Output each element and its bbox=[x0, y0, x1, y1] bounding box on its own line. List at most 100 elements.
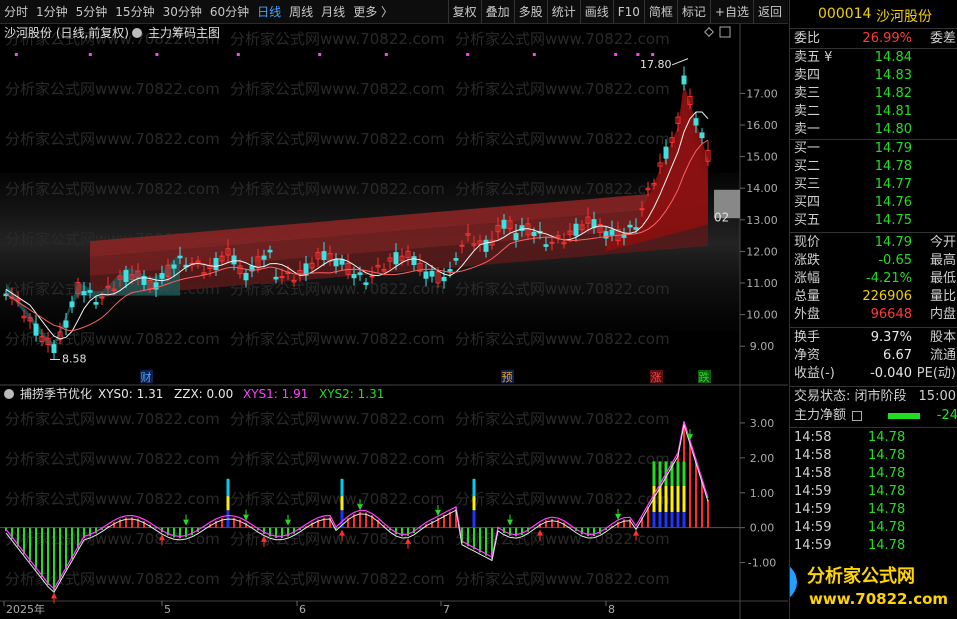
tick-time: 14:59 bbox=[794, 538, 832, 553]
event-marker-label: 跌 bbox=[699, 370, 710, 384]
sep-4 bbox=[790, 232, 957, 233]
candle-body bbox=[99, 296, 105, 299]
watermark-text: 分析家公式网www.70822.com bbox=[230, 490, 445, 508]
candle-body bbox=[261, 255, 267, 260]
sub-axis-label: 3.00 bbox=[750, 417, 775, 430]
watermark-text: 分析家公式网www.70822.com bbox=[5, 180, 220, 198]
period-tab-7[interactable]: 周线 bbox=[285, 0, 317, 24]
period-tab-4[interactable]: 30分钟 bbox=[159, 0, 206, 24]
time-axis-label: 6 bbox=[299, 603, 306, 616]
watermark-text: 分析家公式网www.70822.com bbox=[230, 330, 445, 348]
watermark-text: 分析家公式网www.70822.com bbox=[230, 130, 445, 148]
sell-level-price: 14.83 bbox=[874, 68, 912, 83]
buy-row: 买一 14.79 bbox=[790, 140, 957, 158]
watermark-text: 分析家公式网www.70822.com bbox=[455, 80, 670, 98]
candle-body bbox=[231, 255, 237, 265]
time-axis-label: 7 bbox=[443, 603, 450, 616]
candle-body bbox=[363, 282, 369, 285]
buy-level-label: 买四 bbox=[794, 195, 821, 210]
candle-body bbox=[123, 269, 129, 282]
tick-row: 14:58 14.78 bbox=[790, 465, 957, 483]
netflow-row: 主力净额 -24 bbox=[790, 407, 957, 425]
candle-body bbox=[351, 274, 357, 279]
buy-level-price: 14.78 bbox=[874, 159, 912, 174]
buy-level-price: 14.77 bbox=[874, 177, 912, 192]
stock-code: 000014 bbox=[818, 6, 872, 22]
sub-axis-label: 2.00 bbox=[750, 452, 775, 465]
period-tab-1[interactable]: 1分钟 bbox=[32, 0, 72, 24]
stat2-value: -0.040 bbox=[870, 366, 912, 381]
period-tab-2[interactable]: 5分钟 bbox=[72, 0, 112, 24]
candle-body bbox=[69, 301, 75, 308]
stat-value: 226906 bbox=[862, 289, 912, 304]
quote-panel: 000014 沙河股份 委比 26.99% 委差 卖五 ¥ 14.84 卖四 14.83 卖三 14… bbox=[789, 0, 957, 619]
stat-label: 涨跌 bbox=[794, 253, 821, 268]
candle-body bbox=[339, 258, 345, 265]
tick-price: 14.78 bbox=[868, 484, 906, 499]
tick-row: 14:59 14.78 bbox=[790, 519, 957, 537]
candle-body bbox=[633, 227, 639, 230]
tool-button-3[interactable]: 统计 bbox=[546, 0, 580, 24]
buy-level-price: 14.76 bbox=[874, 195, 912, 210]
watermark-text: 分析家公式网www.70822.com bbox=[230, 410, 445, 428]
period-tab-6[interactable]: 日线 bbox=[253, 0, 285, 24]
stat-label: 现价 bbox=[794, 235, 821, 250]
candle-body bbox=[393, 252, 399, 265]
tool-button-4[interactable]: 画线 bbox=[579, 0, 613, 24]
event-marker-label: 财 bbox=[141, 370, 152, 384]
stat2-label: 净资 bbox=[794, 348, 821, 363]
high-price-arrow bbox=[671, 58, 689, 66]
stat2-row: 净资 6.67 流通 bbox=[790, 347, 957, 365]
stat-row: 外盘 96648 内盘 bbox=[790, 306, 957, 324]
time-axis-label: 8 bbox=[608, 603, 615, 616]
indicator-dropdown-icon bbox=[132, 28, 142, 38]
period-tab-8[interactable]: 月线 bbox=[317, 0, 349, 24]
sub-axis-label: 1.00 bbox=[750, 487, 775, 500]
diamond-icon bbox=[704, 27, 714, 37]
period-tab-5[interactable]: 60分钟 bbox=[206, 0, 253, 24]
time-axis-label: 5 bbox=[164, 603, 171, 616]
sell-row: 卖三 14.82 bbox=[790, 85, 957, 103]
stat-label-2: 今开 bbox=[929, 235, 956, 250]
candle-body bbox=[693, 118, 699, 126]
tool-button-1[interactable]: 叠加 bbox=[480, 0, 514, 24]
chart-area[interactable]: 分析家公式网www.70822.com 分析家公式网www.70822.com 分析… bbox=[0, 24, 788, 619]
stat2-label-2: 股本 bbox=[929, 330, 956, 345]
tick-time: 14:59 bbox=[794, 502, 832, 517]
tool-button-2[interactable]: 多股 bbox=[513, 0, 547, 24]
watermark-text: 分析家公式网www.70822.com bbox=[230, 80, 445, 98]
sell-level-price: 14.80 bbox=[874, 122, 912, 137]
candle-body bbox=[51, 344, 57, 354]
candle-body bbox=[441, 277, 447, 282]
event-marker-label: 涨 bbox=[651, 371, 662, 384]
price-axis-label: 16.00 bbox=[746, 119, 778, 132]
stat2-row: 收益(-) -0.040 PE(动) bbox=[790, 365, 957, 383]
watermark-text: 分析家公式网www.70822.com bbox=[455, 330, 670, 348]
stat-row: 总量 226906 量比 bbox=[790, 288, 957, 306]
tool-button-5[interactable]: F10 bbox=[612, 0, 644, 24]
tool-button-8[interactable]: +自选 bbox=[709, 0, 753, 24]
stat-value: 96648 bbox=[870, 307, 912, 322]
signal-dot bbox=[236, 53, 240, 56]
tool-buttons: 复权 叠加 多股 统计 画线 F10 简框 标记 +自选 返回 bbox=[447, 0, 786, 24]
stat2-label: 换手 bbox=[794, 330, 821, 345]
stat-label-2: 最高 bbox=[929, 253, 956, 268]
period-tab-3[interactable]: 15分钟 bbox=[111, 0, 158, 24]
weibi-row: 委比 26.99% 委差 bbox=[790, 30, 957, 48]
watermark-text: 分析家公式网www.70822.com bbox=[5, 410, 220, 428]
period-tab-0[interactable]: 分时 bbox=[0, 0, 32, 24]
period-tab-9[interactable]: 更多 〉 bbox=[349, 0, 397, 24]
tick-time: 14:59 bbox=[794, 520, 832, 535]
stat-label-2: 最低 bbox=[929, 271, 956, 286]
tool-button-6[interactable]: 简框 bbox=[643, 0, 677, 24]
buy-row: 买四 14.76 bbox=[790, 194, 957, 212]
candle-body bbox=[639, 208, 645, 211]
tool-button-0[interactable]: 复权 bbox=[447, 0, 481, 24]
candle-body bbox=[213, 258, 219, 271]
tool-button-9[interactable]: 返回 bbox=[752, 0, 786, 24]
sell-level-price: 14.81 bbox=[874, 104, 912, 119]
price-chart-svg[interactable]: 分析家公式网www.70822.com 分析家公式网www.70822.com 分析… bbox=[0, 24, 788, 619]
watermark-text: 分析家公式网www.70822.com bbox=[455, 30, 670, 48]
stat2-value: 9.37% bbox=[870, 330, 912, 345]
tool-button-7[interactable]: 标记 bbox=[676, 0, 710, 24]
